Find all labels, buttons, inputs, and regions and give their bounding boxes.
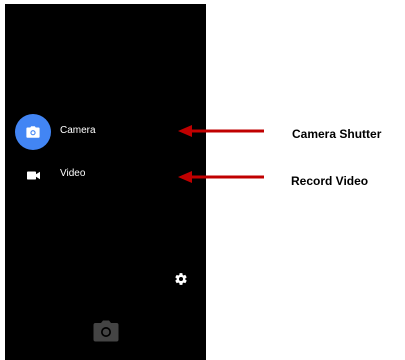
gear-icon [175, 273, 187, 285]
shutter-button[interactable] [89, 316, 123, 346]
annotation-camera-shutter: Camera Shutter [292, 127, 382, 141]
camera-icon [26, 126, 40, 138]
videocam-icon [26, 171, 40, 179]
mode-video[interactable]: Video [5, 157, 206, 193]
mode-video-label: Video [60, 168, 86, 179]
settings-button[interactable] [172, 270, 190, 288]
annotation-record-video: Record Video [291, 174, 369, 188]
arrow-video-icon [178, 171, 264, 183]
mode-camera-label: Camera [60, 125, 96, 136]
camera-icon [93, 320, 119, 342]
arrow-shutter-icon [178, 125, 264, 137]
camera-app-screen: Camera Video [5, 4, 206, 360]
camera-mode-icon-circle [15, 114, 51, 150]
mode-camera[interactable]: Camera [5, 114, 206, 150]
video-mode-icon-box [15, 157, 51, 193]
